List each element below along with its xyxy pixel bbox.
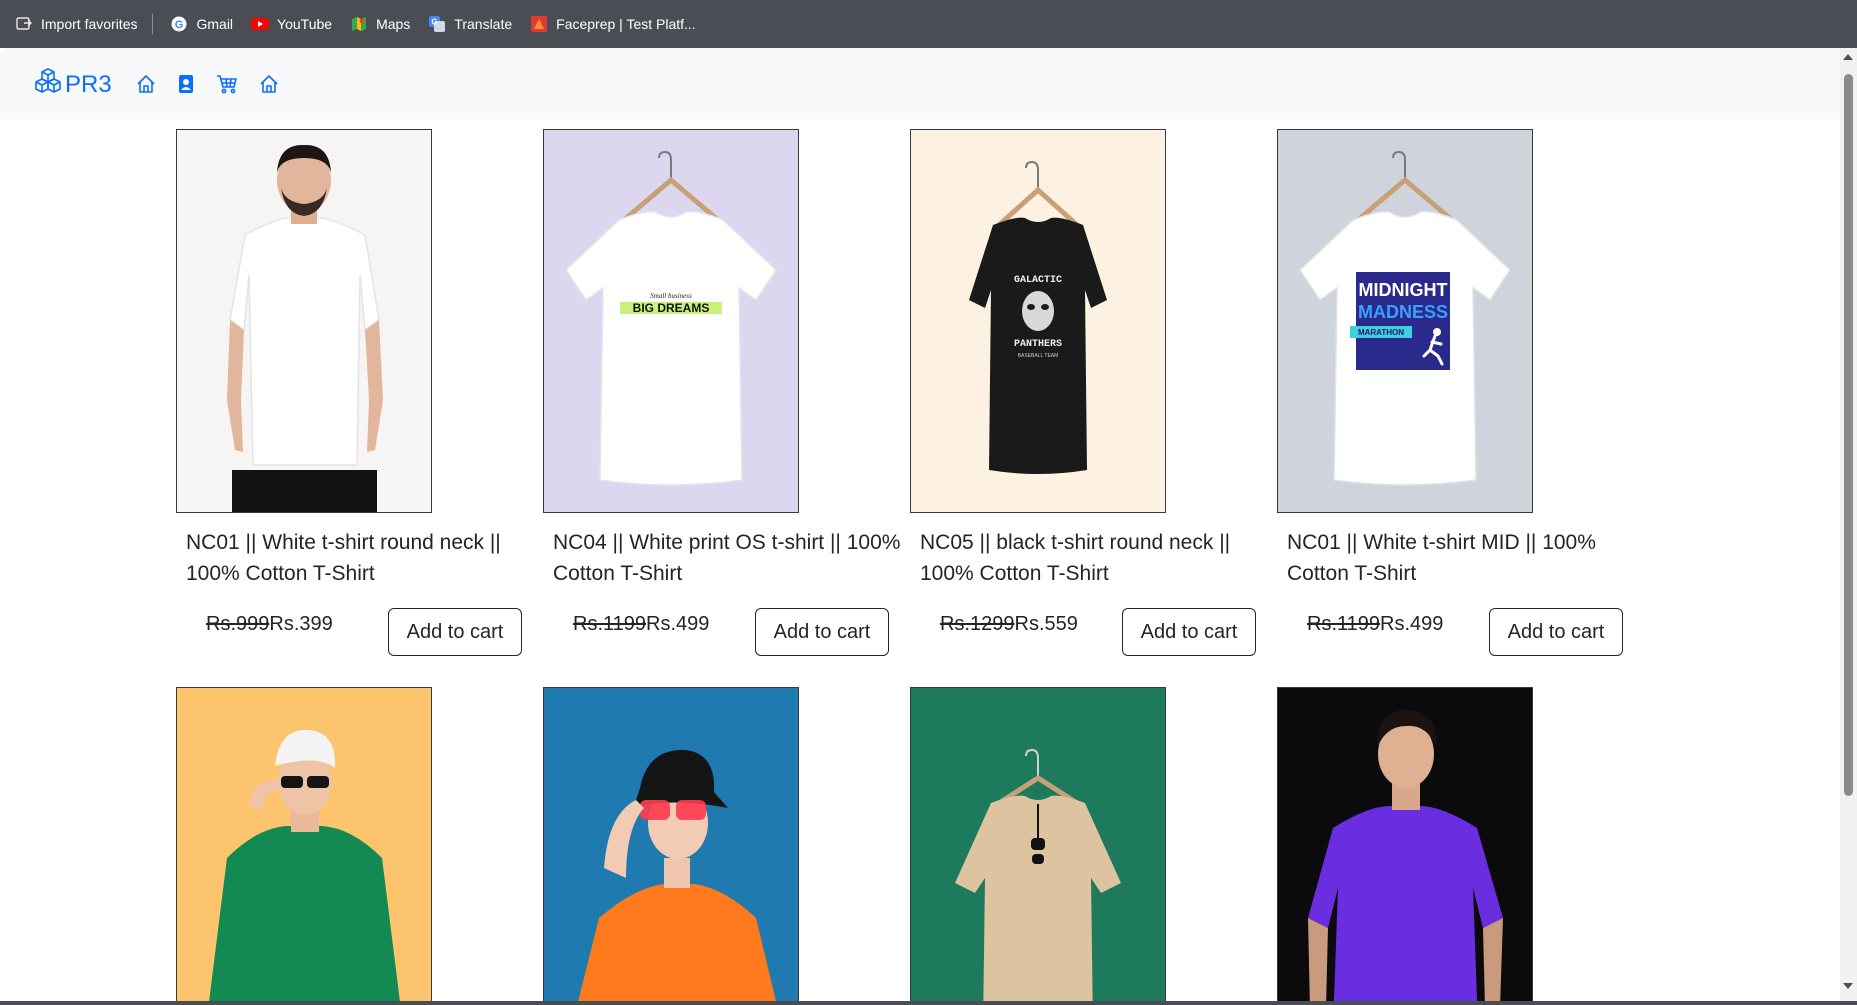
product-title[interactable]: NC01 || White t-shirt round neck || 100%… [186, 527, 536, 589]
bookmark-divider [152, 14, 154, 34]
bookmark-translate[interactable]: G Translate [419, 7, 521, 41]
bookmark-label: Faceprep | Test Platf... [556, 16, 696, 32]
add-to-cart-button[interactable]: Add to cart [388, 608, 522, 656]
product-image[interactable] [910, 687, 1166, 1005]
print-text: BASEBALL TEAM [1018, 353, 1059, 359]
product-price: Rs.1299Rs.559 [940, 613, 1078, 636]
product-image[interactable]: Small business BIG DREAMS [543, 129, 799, 513]
bookmark-faceprep[interactable]: Faceprep | Test Platf... [521, 7, 705, 41]
navbar: PR3 [0, 48, 1840, 119]
add-to-cart-button[interactable]: Add to cart [1489, 608, 1623, 656]
product-image[interactable] [176, 129, 432, 513]
bookmark-label: YouTube [277, 16, 333, 32]
bookmark-import-favorites[interactable]: Import favorites [6, 7, 146, 41]
home-icon[interactable] [135, 73, 157, 95]
product-image[interactable] [543, 687, 799, 1005]
product-price: Rs.1199Rs.499 [573, 613, 709, 636]
home-icon[interactable] [258, 73, 280, 95]
product-title[interactable]: NC05 || black t-shirt round neck || 100%… [920, 527, 1270, 589]
google-icon: G [170, 15, 188, 33]
product-image[interactable] [176, 687, 432, 1005]
bookmark-maps[interactable]: Maps [341, 7, 419, 41]
old-price: Rs.999 [206, 613, 270, 635]
bookmark-label: Import favorites [41, 16, 138, 32]
svg-text:G: G [432, 18, 438, 27]
import-icon [15, 15, 33, 33]
faceprep-icon [530, 15, 548, 33]
window-bottom-edge [0, 1001, 1857, 1005]
print-text: Small business [650, 292, 692, 300]
bookmark-youtube[interactable]: YouTube [242, 7, 341, 41]
old-price: Rs.1199 [573, 613, 647, 635]
youtube-icon [251, 15, 270, 33]
product-image[interactable]: GALACTIC PANTHERS BASEBALL TEAM [910, 129, 1166, 513]
scroll-down-arrow-icon[interactable] [1843, 983, 1853, 989]
cart-icon[interactable] [216, 73, 238, 95]
page: PR3 NC01 || White t-shirt round neck || … [0, 48, 1857, 1005]
print-text: MIDNIGHT [1359, 280, 1448, 300]
print-text: MARATHON [1358, 328, 1404, 337]
brand-link[interactable]: PR3 [34, 67, 112, 102]
print-text: PANTHERS [1014, 339, 1062, 350]
sale-price: Rs.499 [646, 613, 710, 635]
old-price: Rs.1199 [1307, 613, 1381, 635]
bookmark-label: Maps [376, 16, 411, 32]
sale-price: Rs.559 [1014, 613, 1078, 635]
add-to-cart-button[interactable]: Add to cart [1122, 608, 1256, 656]
bookmark-label: Translate [454, 16, 513, 32]
print-text: BIG DREAMS [633, 301, 710, 315]
bookmark-gmail[interactable]: G Gmail [161, 7, 242, 41]
maps-icon [350, 15, 368, 33]
bookmarks-bar: Import favorites G Gmail YouTube Maps G … [0, 0, 1857, 48]
translate-icon: G [428, 15, 446, 33]
scroll-up-arrow-icon[interactable] [1843, 54, 1853, 60]
scrollbar-thumb[interactable] [1844, 74, 1853, 796]
product-title[interactable]: NC01 || White t-shirt MID || 100% Cotton… [1287, 527, 1637, 589]
svg-text:G: G [175, 19, 184, 31]
print-text: GALACTIC [1014, 275, 1062, 286]
product-price: Rs.1199Rs.499 [1307, 613, 1443, 636]
brand-name: PR3 [65, 70, 112, 98]
print-text: MADNESS [1358, 302, 1448, 322]
boxes-icon [34, 67, 62, 102]
product-title[interactable]: NC04 || White print OS t-shirt || 100% C… [553, 527, 903, 589]
scrollbar[interactable] [1840, 48, 1857, 1005]
product-image[interactable] [1277, 687, 1533, 1005]
product-image[interactable]: MIDNIGHT MADNESS MARATHON [1277, 129, 1533, 513]
sale-price: Rs.499 [1380, 613, 1444, 635]
add-to-cart-button[interactable]: Add to cart [755, 608, 889, 656]
old-price: Rs.1299 [940, 613, 1015, 635]
product-price: Rs.999Rs.399 [206, 613, 333, 636]
bookmark-label: Gmail [196, 16, 234, 32]
contact-card-icon[interactable] [175, 73, 197, 95]
sale-price: Rs.399 [269, 613, 333, 635]
